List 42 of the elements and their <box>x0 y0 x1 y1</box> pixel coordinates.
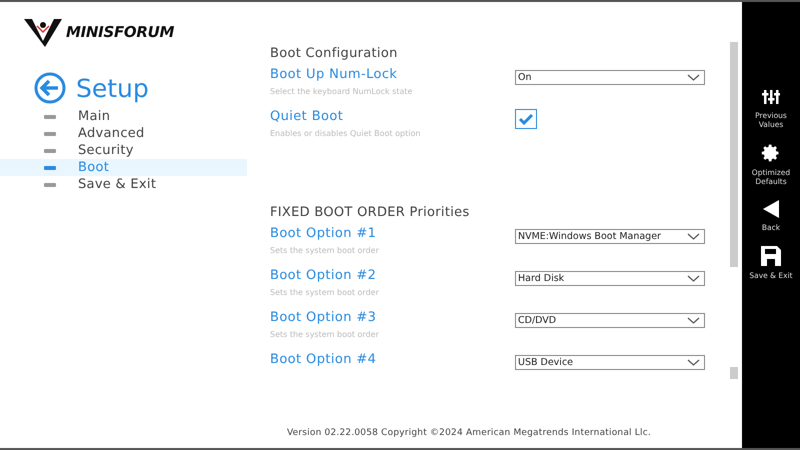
logo-text: MINISFORUM <box>66 23 174 41</box>
option-label: Quiet Boot <box>270 109 344 124</box>
page-title: Setup <box>76 74 149 102</box>
logo-icon <box>24 17 62 47</box>
chevron-down-icon <box>687 275 700 282</box>
back-icon <box>763 200 779 218</box>
chevron-down-icon <box>687 74 700 81</box>
checkbox[interactable] <box>515 109 537 129</box>
menu-item[interactable]: Save & Exit <box>0 176 247 193</box>
menu-item[interactable]: Security <box>0 142 247 159</box>
option-help-text: Sets the system boot order <box>270 246 379 255</box>
dropdown[interactable]: On <box>515 70 705 85</box>
version-text: Version 02.22.0058 Copyright ©2024 American Megatrends International Llc. <box>286 428 652 440</box>
option-label: Boot Option #3 <box>270 310 378 325</box>
menu-item-icon <box>44 112 56 120</box>
menu-item-icon <box>44 164 56 172</box>
dropdown[interactable]: USB Device <box>515 355 705 370</box>
option-label: Boot Option #2 <box>270 268 378 283</box>
option-label: Boot Option #4 <box>270 352 376 367</box>
gear-icon <box>761 143 781 163</box>
dropdown[interactable]: Hard Disk <box>515 271 705 286</box>
chevron-down-icon <box>687 359 700 366</box>
option-help-text: Sets the system boot order <box>270 288 379 297</box>
menu-item-icon <box>44 130 56 138</box>
save-icon <box>761 246 781 266</box>
menu-item-icon <box>44 146 56 154</box>
option-label: Boot Option #1 <box>270 226 378 241</box>
menu-item[interactable]: Advanced <box>0 125 247 142</box>
menu-item[interactable]: Main <box>0 108 247 125</box>
chevron-down-icon <box>687 233 700 240</box>
menu-item-icon <box>44 180 56 188</box>
option-help-text: Sets the system boot order <box>270 330 379 339</box>
dropdown[interactable]: CD/DVD <box>515 313 705 328</box>
option-help-text: Enables or disables Quiet Boot option <box>270 129 420 138</box>
checkmark-icon <box>518 113 534 125</box>
option-label: Boot Up Num-Lock <box>270 67 398 82</box>
sliders-icon <box>762 88 780 106</box>
chevron-down-icon <box>687 317 700 324</box>
section-heading: FIXED BOOT ORDER Priorities <box>270 205 471 220</box>
dropdown[interactable]: NVME:Windows Boot Manager <box>515 229 705 244</box>
section-heading: Boot Configuration <box>270 46 399 61</box>
option-help-text: Select the keyboard NumLock state <box>270 87 412 96</box>
